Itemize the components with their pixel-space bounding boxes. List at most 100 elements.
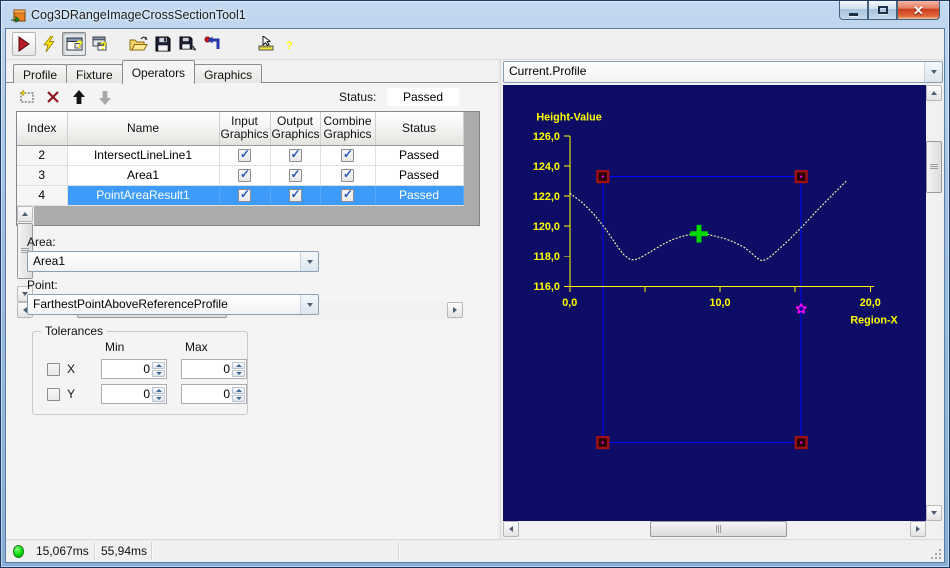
scroll-down-button[interactable] <box>926 505 942 521</box>
region-corner-handle[interactable] <box>794 435 808 450</box>
region-corner-handle[interactable] <box>596 435 610 450</box>
output-graphics-checkbox[interactable] <box>288 187 302 203</box>
table-row[interactable]: 2 IntersectLineLine1 Passed <box>17 145 464 166</box>
open-tool-button[interactable] <box>126 32 150 56</box>
tolerance-x-min-spinner[interactable]: 0 <box>101 359 167 379</box>
spin-down-button[interactable] <box>152 369 165 377</box>
scroll-up-button[interactable] <box>926 85 942 101</box>
chevron-down-icon[interactable] <box>300 252 318 271</box>
help-button[interactable]: ? <box>279 32 303 56</box>
combine-graphics-checkbox[interactable] <box>341 147 354 163</box>
tab-profile[interactable]: Profile <box>13 64 68 85</box>
pointer-ruler-icon <box>258 36 274 51</box>
scrollbar-thumb[interactable] <box>650 521 787 537</box>
show-result-display-button[interactable]: ? <box>62 32 86 56</box>
combine-graphics-checkbox[interactable] <box>341 187 354 203</box>
maximize-button[interactable] <box>868 1 897 20</box>
save-tool-as-button[interactable] <box>176 32 200 56</box>
open-folder-icon <box>129 36 148 51</box>
move-operator-down-button[interactable] <box>94 87 116 107</box>
output-graphics-checkbox[interactable] <box>288 147 302 163</box>
spinner-value[interactable]: 0 <box>184 360 230 378</box>
display-selector-value: Current.Profile <box>509 64 587 78</box>
y-tick-label: 116,0 <box>534 281 560 293</box>
combine-graphics-checkbox[interactable] <box>341 167 354 183</box>
move-operator-up-button[interactable] <box>68 87 90 107</box>
spin-up-button[interactable] <box>152 361 165 369</box>
tab-fixture[interactable]: Fixture <box>66 64 123 85</box>
spinner-value[interactable]: 0 <box>184 385 230 403</box>
y-axis-title: Height-Value <box>536 111 601 123</box>
col-combine-graphics[interactable]: Combine Graphics <box>320 112 376 146</box>
resize-grip-icon[interactable] <box>931 549 942 560</box>
col-output-graphics[interactable]: Output Graphics <box>270 112 321 146</box>
region-corner-handle[interactable] <box>794 170 808 184</box>
max-header: Max <box>185 340 208 354</box>
cell-status: Passed <box>375 145 464 166</box>
panel-splitter[interactable] <box>498 60 501 539</box>
titlebar[interactable]: Cog3DRangeImageCrossSectionTool1 ✕ <box>1 1 949 28</box>
delete-operator-button[interactable] <box>42 87 64 107</box>
input-graphics-checkbox[interactable] <box>238 167 251 183</box>
scroll-up-button[interactable] <box>17 205 33 222</box>
spin-down-button[interactable] <box>152 394 165 402</box>
tab-operators[interactable]: Operators <box>121 60 196 84</box>
tolerance-y-checkbox[interactable] <box>47 387 60 401</box>
spin-down-button[interactable] <box>232 394 245 402</box>
reset-tool-button[interactable] <box>201 32 225 56</box>
output-graphics-checkbox[interactable] <box>288 167 302 183</box>
run-tool-electric-button[interactable] <box>37 32 61 56</box>
col-name[interactable]: Name <box>67 112 220 146</box>
tolerance-y-min-spinner[interactable]: 0 <box>101 384 167 404</box>
svg-text:?: ? <box>100 41 107 53</box>
tolerance-y-max-spinner[interactable]: 0 <box>181 384 247 404</box>
farthest-point-cross-icon[interactable] <box>690 224 708 243</box>
input-graphics-checkbox[interactable] <box>238 187 251 203</box>
add-operator-icon <box>19 90 34 103</box>
chart-horizontal-scrollbar[interactable] <box>503 521 926 538</box>
table-row[interactable]: 3 Area1 Passed <box>17 165 464 186</box>
add-operator-button[interactable] <box>16 87 38 107</box>
spin-up-button[interactable] <box>232 386 245 394</box>
point-combobox[interactable]: FarthestPointAboveReferenceProfile <box>27 294 319 315</box>
window-title: Cog3DRangeImageCrossSectionTool1 <box>31 7 246 22</box>
table-row[interactable]: 4 PointAreaResult1 Passed <box>17 185 464 206</box>
tabstrip: Profile Fixture Operators Graphics <box>6 60 498 85</box>
col-input-graphics[interactable]: Input Graphics <box>219 112 271 146</box>
minimize-button[interactable] <box>839 1 868 20</box>
run-tool-button[interactable] <box>12 32 36 56</box>
profile-chart-display[interactable]: 116,0 118,0 120,0 122,0 124,0 126,0 0,0 10,0 20,… <box>503 85 926 521</box>
display-selector-combobox[interactable]: Current.Profile <box>503 61 943 83</box>
area-combobox[interactable]: Area1 <box>27 251 319 272</box>
scroll-right-button[interactable] <box>910 521 926 537</box>
spin-up-button[interactable] <box>232 361 245 369</box>
save-tool-button[interactable] <box>151 32 175 56</box>
measure-units-button[interactable] <box>254 32 278 56</box>
scroll-left-button[interactable] <box>503 521 519 537</box>
point-combobox-value: FarthestPointAboveReferenceProfile <box>33 297 228 311</box>
col-index[interactable]: Index <box>17 112 68 146</box>
move-up-icon <box>73 89 85 104</box>
move-down-icon <box>99 90 111 105</box>
tolerance-x-checkbox[interactable] <box>47 362 60 376</box>
chevron-down-icon[interactable] <box>924 62 942 82</box>
chart-vertical-scrollbar[interactable] <box>926 85 943 521</box>
tab-graphics[interactable]: Graphics <box>194 64 263 85</box>
window-frame: ? ? ? Profile Fixture Operators Graphics… <box>5 28 945 563</box>
status-value: Passed <box>387 88 459 106</box>
spin-down-button[interactable] <box>232 369 245 377</box>
chevron-down-icon[interactable] <box>300 295 318 314</box>
spinner-value[interactable]: 0 <box>104 360 150 378</box>
app-icon[interactable] <box>10 7 26 23</box>
tool-status-indicator-icon <box>13 545 24 558</box>
region-corner-handle[interactable] <box>596 170 610 184</box>
col-status[interactable]: Status <box>375 112 464 146</box>
scrollbar-thumb[interactable] <box>926 141 942 193</box>
spinner-value[interactable]: 0 <box>104 385 150 403</box>
close-button[interactable]: ✕ <box>897 1 940 20</box>
input-graphics-checkbox[interactable] <box>238 147 251 163</box>
spin-up-button[interactable] <box>152 386 165 394</box>
tolerance-x-max-spinner[interactable]: 0 <box>181 359 247 379</box>
maximize-icon <box>877 6 888 14</box>
float-result-display-button[interactable]: ? <box>87 32 111 56</box>
